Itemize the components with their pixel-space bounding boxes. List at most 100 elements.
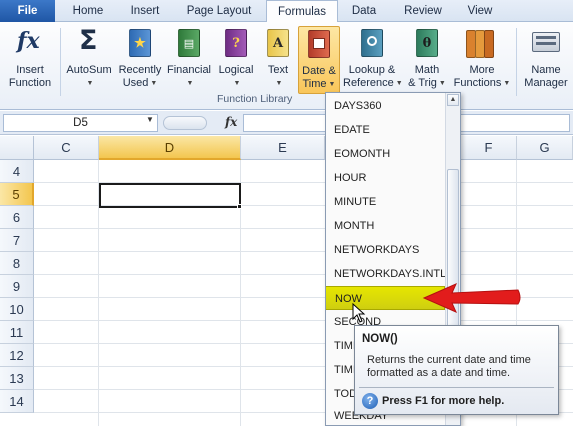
menu-item-minute[interactable]: MINUTE <box>327 190 445 214</box>
tooltip-description: Returns the current date and time format… <box>367 354 531 379</box>
column-header-c[interactable]: C <box>34 136 99 160</box>
column-header-g[interactable]: G <box>517 136 573 160</box>
theta-book-icon: θ <box>413 28 441 58</box>
more-functions-button[interactable]: More Functions ▼ <box>452 26 512 94</box>
question-book-icon: ? <box>222 28 250 58</box>
name-manager-label-2: Manager <box>524 77 568 89</box>
function-library-group-label: Function Library <box>217 93 293 105</box>
name-manager-label-1: Name <box>531 64 561 76</box>
menu-item-hour[interactable]: HOUR <box>327 166 445 190</box>
column-header-d[interactable]: D <box>99 136 241 160</box>
autosum-button[interactable]: Σ AutoSum ▼ <box>63 25 115 94</box>
tab-view[interactable]: View <box>458 0 502 22</box>
math-trig-label-2: & Trig <box>408 77 437 89</box>
tab-insert[interactable]: Insert <box>118 0 172 22</box>
scroll-up-icon[interactable]: ▲ <box>447 94 459 106</box>
chevron-down-icon[interactable]: ▼ <box>146 115 154 124</box>
sigma-icon: Σ <box>79 25 98 56</box>
fx-icon[interactable]: fx <box>225 115 237 129</box>
row-header-12[interactable]: 12 <box>0 344 34 367</box>
chevron-down-icon: ▼ <box>186 80 194 87</box>
date-time-button[interactable]: Date & Time ▼ <box>298 26 340 94</box>
tab-review[interactable]: Review <box>396 0 450 22</box>
text-button[interactable]: A Text ▼ <box>259 26 297 94</box>
chevron-down-icon: ▼ <box>233 80 241 87</box>
insert-function-label-2: Function <box>8 77 52 89</box>
ribbon-separator <box>516 28 517 96</box>
financial-button[interactable]: ▤ Financial ▼ <box>164 26 214 94</box>
magnifier-book-icon <box>358 28 386 58</box>
mouse-cursor-icon <box>352 303 366 323</box>
column-header-f[interactable]: F <box>461 136 517 160</box>
recently-used-label-2: Used <box>122 77 149 89</box>
more-functions-label-2: Functions <box>453 77 502 89</box>
name-manager-button[interactable]: Name Manager <box>519 26 573 94</box>
row-header-11[interactable]: 11 <box>0 321 34 344</box>
menu-item-eomonth[interactable]: EOMONTH <box>327 142 445 166</box>
column-header-e[interactable]: E <box>241 136 325 160</box>
logical-button[interactable]: ? Logical ▼ <box>214 26 258 94</box>
menu-item-edate[interactable]: EDATE <box>327 118 445 142</box>
lookup-reference-button[interactable]: Lookup & Reference ▼ <box>343 26 403 94</box>
stack-books-icon <box>466 28 496 58</box>
name-box[interactable]: D5 <box>3 114 158 132</box>
tab-formulas[interactable]: Formulas <box>266 0 338 23</box>
date-time-label-2: Time <box>302 78 327 90</box>
star-book-icon: ★ <box>126 28 154 58</box>
row-header-10[interactable]: 10 <box>0 298 34 321</box>
autosum-label: AutoSum <box>66 64 112 76</box>
formula-bar: D5 ▼ fx <box>0 111 573 135</box>
tab-page-layout[interactable]: Page Layout <box>176 0 262 22</box>
tooltip-help-text: Press F1 for more help. <box>382 395 505 407</box>
chevron-down-icon: ▼ <box>438 80 446 87</box>
text-label: Text <box>267 64 289 76</box>
function-tooltip: NOW() Returns the current date and time … <box>354 325 559 415</box>
active-cell-d5[interactable] <box>99 183 241 208</box>
row-header-4[interactable]: 4 <box>0 160 34 183</box>
select-all-corner[interactable] <box>0 136 34 160</box>
tab-data[interactable]: Data <box>343 0 385 22</box>
row-header-13[interactable]: 13 <box>0 367 34 390</box>
chevron-down-icon: ▼ <box>328 81 336 88</box>
chevron-down-icon: ▼ <box>150 80 158 87</box>
tooltip-title: NOW() <box>362 333 398 345</box>
fill-handle[interactable] <box>237 204 242 209</box>
gridline <box>34 251 573 252</box>
math-trig-label-1: Math <box>414 64 440 76</box>
insert-function-label-1: Insert <box>16 64 44 76</box>
formula-bar-splitter[interactable] <box>163 116 207 130</box>
red-arrow-icon <box>422 283 521 313</box>
gridline <box>34 228 573 229</box>
lookup-reference-label-2: Reference <box>343 77 394 89</box>
text-book-icon: A <box>264 28 292 58</box>
ribbon-separator <box>60 28 61 96</box>
tab-file[interactable]: File <box>0 0 55 22</box>
gridline <box>34 274 573 275</box>
lookup-reference-label-1: Lookup & <box>348 64 396 76</box>
more-functions-label-1: More <box>469 64 495 76</box>
ribbon-formulas: fx Insert Function Σ AutoSum ▼ ★ Recentl… <box>0 22 573 110</box>
logical-label: Logical <box>218 64 254 76</box>
fx-icon: fx <box>17 28 40 54</box>
money-book-icon: ▤ <box>175 28 203 58</box>
address-book-icon <box>532 28 560 58</box>
menu-item-networkdays[interactable]: NETWORKDAYS <box>327 238 445 262</box>
row-header-7[interactable]: 7 <box>0 229 34 252</box>
row-header-14[interactable]: 14 <box>0 390 34 413</box>
row-header-8[interactable]: 8 <box>0 252 34 275</box>
menu-item-month[interactable]: MONTH <box>327 214 445 238</box>
chevron-down-icon: ▼ <box>503 80 511 87</box>
row-header-6[interactable]: 6 <box>0 206 34 229</box>
chevron-down-icon: ▼ <box>275 80 283 87</box>
tab-home[interactable]: Home <box>62 0 114 22</box>
math-trig-button[interactable]: θ Math & Trig ▼ <box>402 26 452 94</box>
recently-used-button[interactable]: ★ Recently Used ▼ <box>116 26 164 94</box>
insert-function-button[interactable]: fx Insert Function <box>3 26 57 94</box>
ribbon-tab-bar: File Home Insert Page Layout Formulas Da… <box>0 0 573 23</box>
help-icon: ? <box>362 393 378 409</box>
menu-item-days360[interactable]: DAYS360 <box>327 94 445 118</box>
calendar-book-icon <box>305 29 333 59</box>
row-header-9[interactable]: 9 <box>0 275 34 298</box>
row-header-5[interactable]: 5 <box>0 183 34 206</box>
chevron-down-icon: ▼ <box>86 80 94 87</box>
